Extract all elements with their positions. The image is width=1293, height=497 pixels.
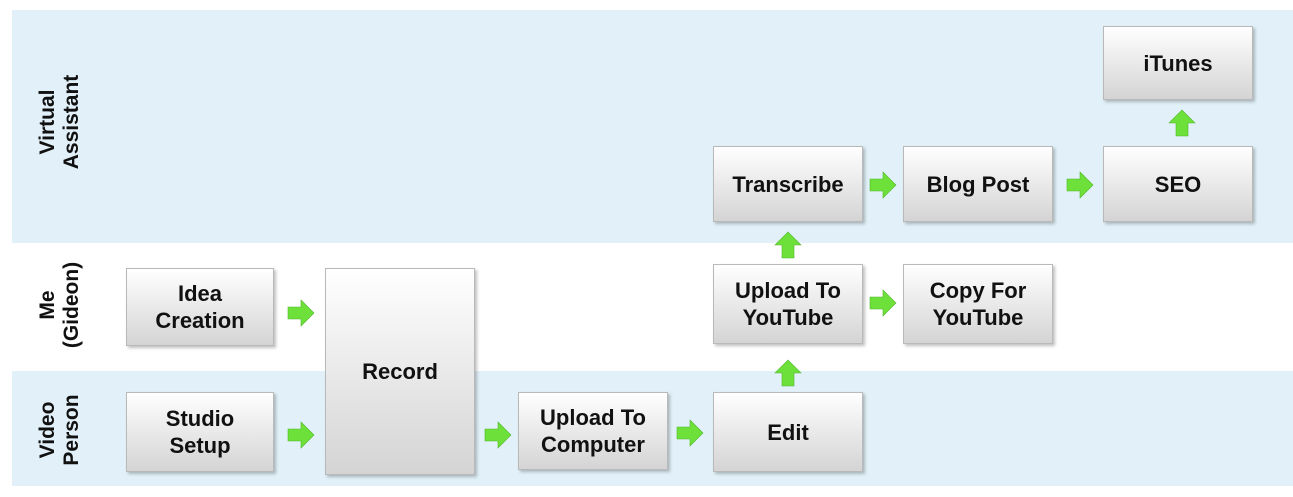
lane-label-video-person: Video Person: [36, 394, 83, 466]
arrow-up-icon: [774, 231, 802, 259]
arrow-right-icon: [869, 171, 897, 199]
seo-box: SEO: [1103, 146, 1253, 222]
arrow-right-icon: [484, 421, 512, 449]
arrow-right-icon: [676, 419, 704, 447]
record-box: Record: [325, 268, 475, 475]
arrow-right-icon: [287, 299, 315, 327]
lane-virtual-assistant: [12, 10, 1293, 243]
lane-label-me: Me (Gideon): [36, 261, 83, 349]
idea-creation-box: Idea Creation: [126, 268, 274, 346]
edit-box: Edit: [713, 392, 863, 472]
transcribe-box: Transcribe: [713, 146, 863, 222]
arrow-up-icon: [774, 359, 802, 387]
studio-setup-box: Studio Setup: [126, 392, 274, 472]
itunes-box: iTunes: [1103, 26, 1253, 100]
copy-for-youtube-box: Copy For YouTube: [903, 264, 1053, 344]
upload-to-youtube-box: Upload To YouTube: [713, 264, 863, 344]
blog-post-box: Blog Post: [903, 146, 1053, 222]
upload-to-computer-box: Upload To Computer: [518, 392, 668, 470]
arrow-right-icon: [1066, 171, 1094, 199]
lane-label-virtual-assistant: Virtual Assistant: [36, 74, 83, 170]
arrow-right-icon: [287, 421, 315, 449]
arrow-up-icon: [1168, 109, 1196, 137]
arrow-right-icon: [869, 289, 897, 317]
